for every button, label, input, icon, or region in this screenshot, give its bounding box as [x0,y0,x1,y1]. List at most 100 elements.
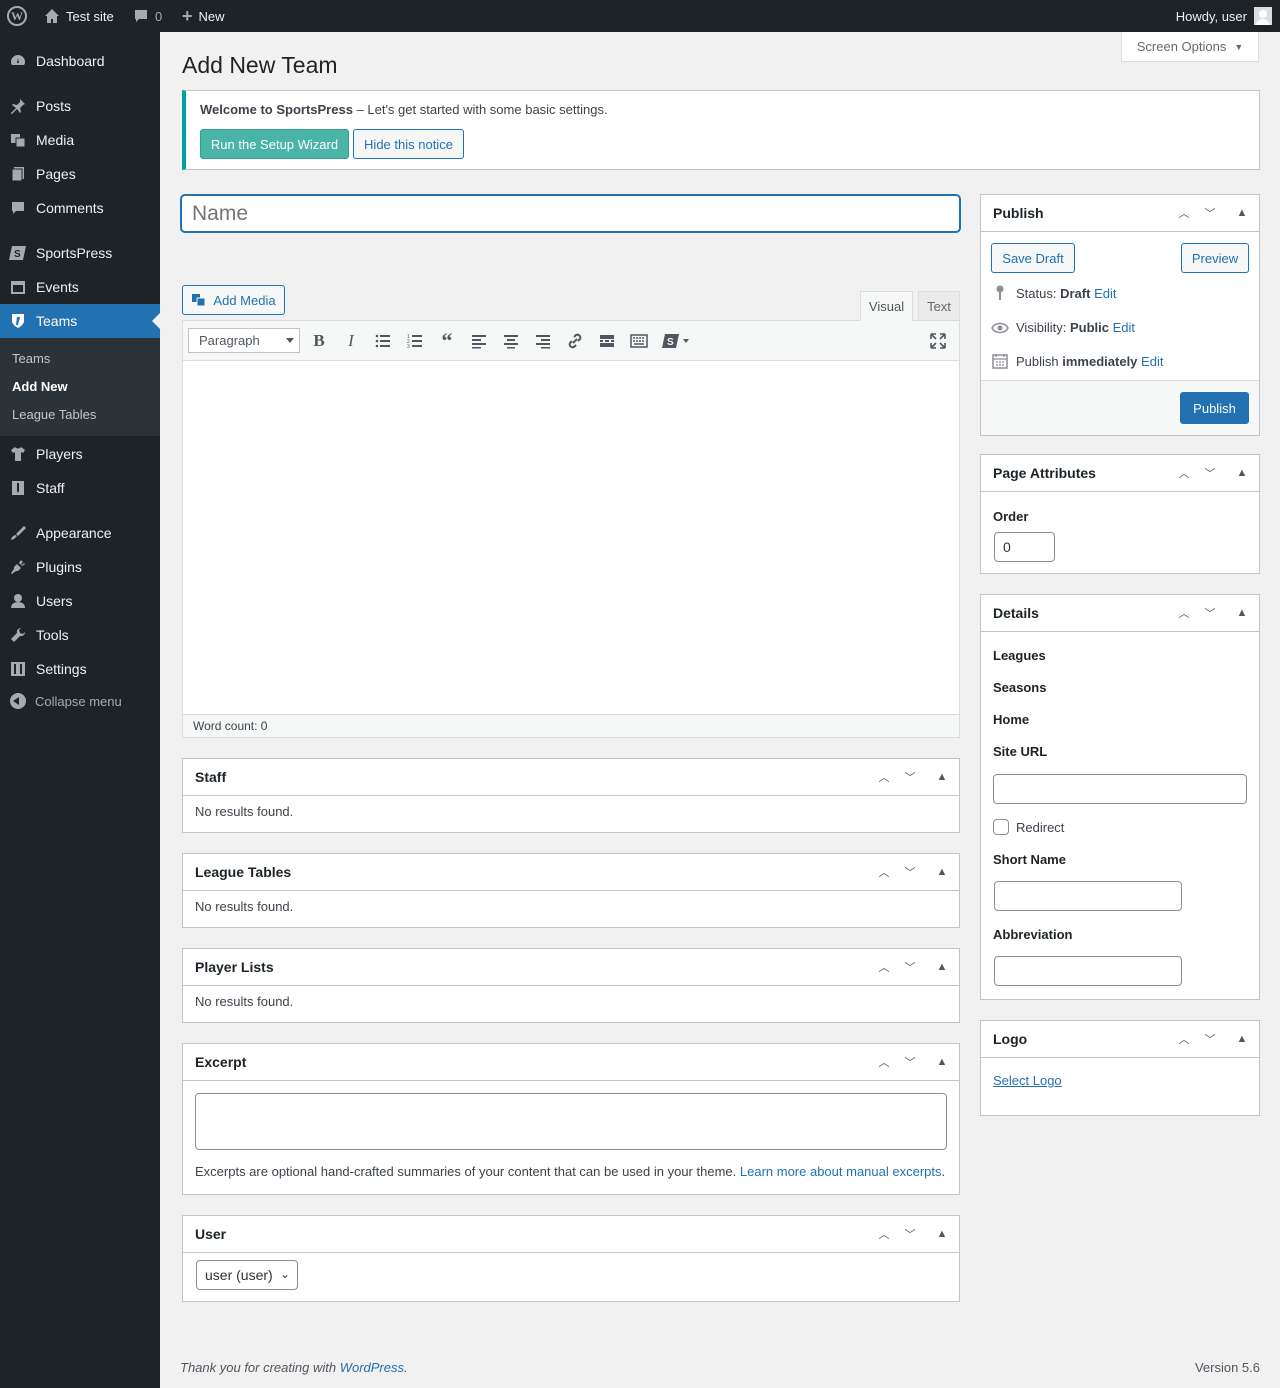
player-lists-box-title[interactable]: Player Lists [183,949,959,986]
toggle-panel-icon[interactable]: ▲ [932,862,952,882]
move-down-icon[interactable]: ﹀ [1200,1029,1220,1049]
menu-item-tools[interactable]: Tools [0,618,160,652]
submenu-item-league-tables[interactable]: League Tables [12,407,96,422]
my-account-link[interactable]: Howdy, user [1176,0,1272,32]
tab-text[interactable]: Text [918,291,960,321]
abbreviation-input[interactable] [994,956,1182,986]
toggle-panel-icon[interactable]: ▲ [1232,603,1252,623]
move-down-icon[interactable]: ﹀ [900,1224,920,1244]
align-left-icon[interactable] [467,329,491,353]
link-icon[interactable] [563,329,587,353]
menu-item-media[interactable]: Media [0,123,160,157]
menu-item-dashboard[interactable]: Dashboard [0,44,160,78]
setup-wizard-button[interactable]: Run the Setup Wizard [200,129,349,159]
menu-item-settings[interactable]: Settings [0,652,160,686]
move-up-icon[interactable]: ︿ [874,862,894,882]
site-name-link[interactable]: Test site [44,0,114,32]
blockquote-icon[interactable]: “ [435,328,459,353]
toggle-panel-icon[interactable]: ▲ [1232,1029,1252,1049]
menu-item-staff[interactable]: Staff [0,471,160,505]
bold-icon[interactable]: B [307,329,331,353]
toggle-panel-icon[interactable]: ▲ [932,1052,952,1072]
menu-item-pages[interactable]: Pages [0,157,160,191]
user-select[interactable]: user (user) ⌄ [196,1260,298,1290]
menu-item-teams[interactable]: Teams [0,304,160,338]
move-down-icon[interactable]: ﹀ [1200,463,1220,483]
bullet-list-icon[interactable] [371,329,395,353]
edit-visibility-link[interactable]: Edit [1113,320,1135,335]
menu-item-plugins[interactable]: Plugins [0,550,160,584]
sliders-icon [0,661,36,677]
move-up-icon[interactable]: ︿ [874,767,894,787]
toolbar-toggle-icon[interactable] [627,329,651,353]
order-input[interactable]: 0 [994,532,1055,562]
numbered-list-icon[interactable]: 123 [403,329,427,353]
move-up-icon[interactable]: ︿ [1174,603,1194,623]
tab-visual[interactable]: Visual [860,291,913,321]
add-media-button[interactable]: Add Media [182,285,285,315]
league-tables-empty-text: No results found. [195,899,294,914]
comments-link[interactable]: 0 [133,0,162,32]
staff-box-title[interactable]: Staff [183,759,959,796]
move-up-icon[interactable]: ︿ [1174,203,1194,223]
toggle-panel-icon[interactable]: ▲ [932,957,952,977]
menu-label: Players [36,446,83,462]
sportspress-shortcode-icon[interactable]: S [661,329,691,353]
wordpress-link[interactable]: WordPress [340,1360,404,1375]
menu-item-users[interactable]: Users [0,584,160,618]
menu-item-appearance[interactable]: Appearance [0,516,160,550]
read-more-icon[interactable] [595,329,619,353]
pin-icon [991,284,1009,302]
toggle-panel-icon[interactable]: ▲ [1232,463,1252,483]
align-right-icon[interactable] [531,329,555,353]
collapse-menu-button[interactable]: Collapse menu [0,684,160,718]
align-center-icon[interactable] [499,329,523,353]
move-up-icon[interactable]: ︿ [874,957,894,977]
publish-button[interactable]: Publish [1180,392,1249,424]
learn-more-excerpts-link[interactable]: Learn more about manual excerpts [740,1164,942,1179]
move-up-icon[interactable]: ︿ [874,1224,894,1244]
select-logo-link[interactable]: Select Logo [993,1073,1062,1088]
submenu-item-teams[interactable]: Teams [12,351,50,366]
edit-status-link[interactable]: Edit [1094,286,1116,301]
menu-item-sportspress[interactable]: S SportsPress [0,236,160,270]
toggle-panel-icon[interactable]: ▲ [932,767,952,787]
excerpt-box-title[interactable]: Excerpt [183,1044,959,1081]
move-down-icon[interactable]: ﹀ [900,1052,920,1072]
submenu-item-add-new[interactable]: Add New [12,379,68,394]
media-icon [191,292,207,308]
fullscreen-icon[interactable] [926,329,950,353]
move-down-icon[interactable]: ﹀ [900,957,920,977]
menu-label: Comments [36,200,104,216]
chevron-down-icon: ⌄ [279,1267,290,1281]
menu-item-comments[interactable]: Comments [0,191,160,225]
hide-notice-button[interactable]: Hide this notice [353,129,464,159]
preview-button[interactable]: Preview [1181,243,1249,273]
italic-icon[interactable]: I [339,329,363,353]
new-content-link[interactable]: + New [182,0,225,32]
format-select[interactable]: Paragraph [188,328,300,353]
menu-item-players[interactable]: Players [0,437,160,471]
toggle-panel-icon[interactable]: ▲ [1232,203,1252,223]
move-up-icon[interactable]: ︿ [1174,463,1194,483]
wordpress-logo-icon[interactable]: W [7,0,27,32]
site-url-input[interactable] [993,774,1247,804]
title-input[interactable] [181,195,960,232]
move-up-icon[interactable]: ︿ [874,1052,894,1072]
move-down-icon[interactable]: ﹀ [1200,603,1220,623]
redirect-checkbox[interactable] [993,819,1009,835]
short-name-input[interactable] [994,881,1182,911]
toggle-panel-icon[interactable]: ▲ [932,1224,952,1244]
save-draft-button[interactable]: Save Draft [991,243,1075,273]
move-down-icon[interactable]: ﹀ [900,767,920,787]
menu-item-posts[interactable]: Posts [0,89,160,123]
move-down-icon[interactable]: ﹀ [1200,203,1220,223]
league-tables-box-title[interactable]: League Tables [183,854,959,891]
excerpt-textarea[interactable] [195,1093,947,1150]
screen-options-button[interactable]: Screen Options ▼ [1121,32,1259,62]
move-down-icon[interactable]: ﹀ [900,862,920,882]
user-box-title[interactable]: User [183,1216,959,1253]
move-up-icon[interactable]: ︿ [1174,1029,1194,1049]
edit-publish-time-link[interactable]: Edit [1141,354,1163,369]
menu-item-events[interactable]: Events [0,270,160,304]
